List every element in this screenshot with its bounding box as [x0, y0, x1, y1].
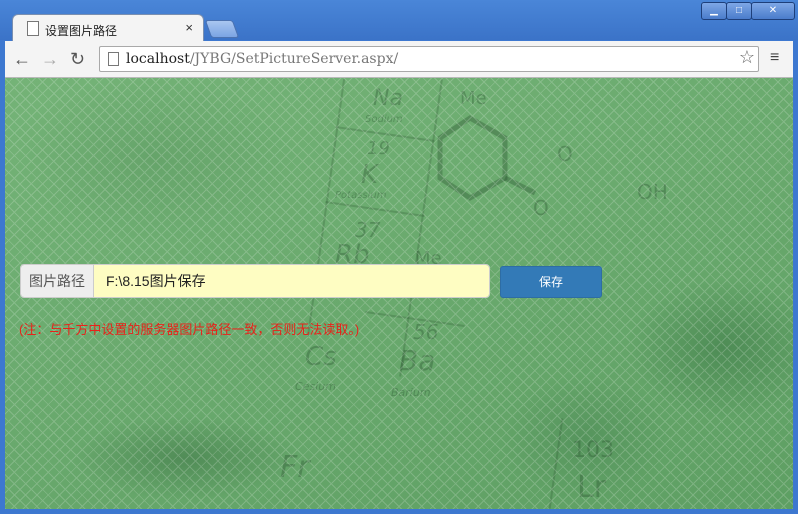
- maximize-button[interactable]: □: [726, 2, 752, 20]
- page-content: Na Sodium 19 K Potassium 37 Rb Cs Cesium…: [5, 78, 793, 509]
- close-window-button[interactable]: ✕: [751, 2, 795, 20]
- page-icon: [27, 21, 39, 36]
- bookmark-star-icon[interactable]: ☆: [739, 47, 755, 68]
- browser-window: ▁ □ ✕ 设置图片路径 × ← → ↻ localhost/JYBG/SetP…: [0, 0, 798, 514]
- back-arrow-icon[interactable]: ←: [13, 49, 31, 70]
- minimize-button[interactable]: ▁: [701, 2, 727, 20]
- new-tab-button[interactable]: [204, 20, 240, 38]
- reload-icon[interactable]: ↻: [70, 49, 85, 70]
- forward-arrow-icon[interactable]: →: [41, 49, 59, 70]
- menu-icon[interactable]: ≡: [770, 49, 779, 67]
- title-bar: ▁ □ ✕ 设置图片路径 ×: [0, 0, 798, 43]
- address-bar[interactable]: localhost/JYBG/SetPictureServer.aspx/ ☆: [99, 46, 759, 72]
- picture-path-input[interactable]: [94, 265, 489, 297]
- url-path: /JYBG/SetPictureServer.aspx/: [189, 51, 399, 67]
- path-note: (注：与千方中设置的服务器图片路径一致，否则无法读取。): [19, 322, 360, 337]
- path-label: 图片路径: [21, 265, 94, 297]
- browser-tab[interactable]: 设置图片路径 ×: [12, 14, 204, 43]
- path-input-group: 图片路径: [20, 264, 490, 298]
- url-text: localhost/JYBG/SetPictureServer.aspx/: [126, 51, 398, 67]
- tab-close-icon[interactable]: ×: [185, 20, 193, 35]
- page-icon: [108, 52, 119, 66]
- tab-title: 设置图片路径: [45, 24, 118, 38]
- url-host: localhost: [126, 51, 190, 67]
- save-button[interactable]: 保存: [500, 266, 602, 298]
- browser-toolbar: ← → ↻ localhost/JYBG/SetPictureServer.as…: [5, 41, 793, 78]
